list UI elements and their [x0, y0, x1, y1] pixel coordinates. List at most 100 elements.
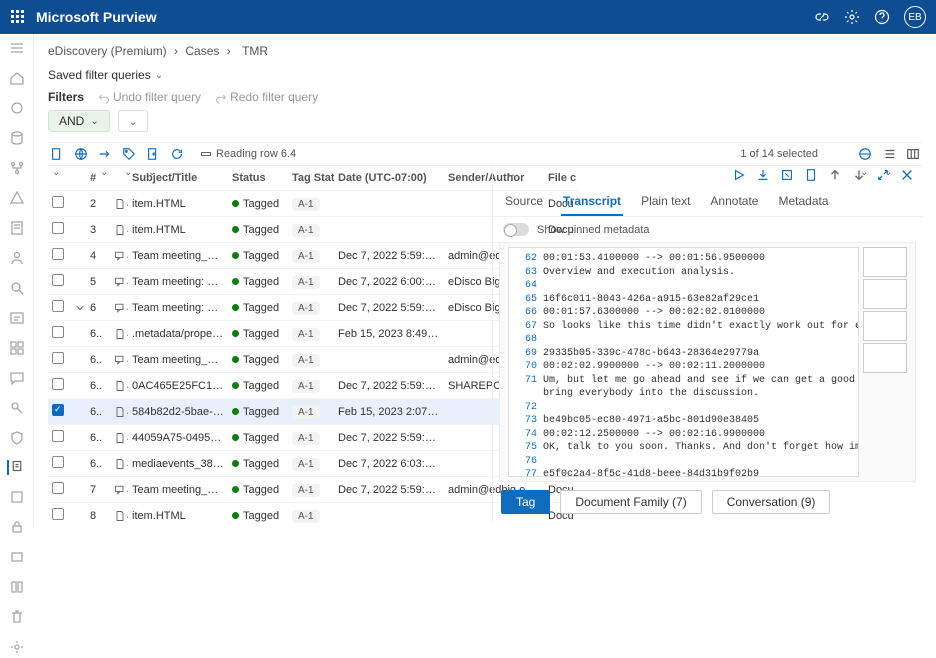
dlp-icon[interactable] — [9, 430, 25, 446]
row-date — [334, 503, 444, 527]
comm-icon[interactable] — [9, 370, 25, 386]
add-filter-dropdown[interactable]: ⌄ — [118, 110, 148, 132]
tag-action-icon[interactable] — [122, 147, 136, 161]
row-date: Dec 7, 2022 5:59:29… — [334, 243, 444, 269]
row-subject: 584b82d2-5bae-4f… — [128, 399, 228, 425]
row-checkbox[interactable] — [52, 300, 64, 312]
newdoc-icon[interactable] — [804, 168, 818, 182]
compliance-icon[interactable] — [9, 100, 25, 116]
row-tag: A-1 — [288, 217, 334, 243]
doc-family-button[interactable]: Document Family (7) — [560, 490, 701, 514]
tab-transcript[interactable]: Transcript — [561, 188, 623, 216]
breadcrumb-root[interactable]: eDiscovery (Premium) — [48, 44, 167, 58]
expand-group-icon[interactable] — [74, 302, 86, 314]
col-date[interactable]: Date (UTC-07:00) — [334, 166, 444, 191]
row-tag: A-1 — [288, 269, 334, 295]
preview-more-icon[interactable]: ⋯ — [501, 168, 521, 182]
row-num: 6.. — [86, 373, 110, 399]
settings-rail-icon[interactable] — [9, 639, 25, 655]
home-icon[interactable] — [9, 70, 25, 86]
row-checkbox[interactable] — [52, 430, 64, 442]
app-header: Microsoft Purview EB — [0, 0, 936, 34]
list-view-icon[interactable] — [882, 147, 896, 161]
group-view-icon[interactable] — [858, 147, 872, 161]
link-icon[interactable] — [814, 9, 830, 25]
help-icon[interactable] — [874, 9, 890, 25]
row-checkbox[interactable] — [52, 482, 64, 494]
row-checkbox[interactable] — [52, 508, 64, 520]
row-status: Tagged — [228, 217, 288, 243]
privacy-icon[interactable] — [9, 519, 25, 535]
arrow-action-icon[interactable] — [98, 147, 112, 161]
policies-icon[interactable] — [9, 220, 25, 236]
audit-icon[interactable] — [9, 310, 25, 326]
refresh-icon[interactable] — [170, 147, 184, 161]
globe-action-icon[interactable] — [74, 147, 88, 161]
row-num: 6 — [86, 295, 110, 321]
row-num: 6.. — [86, 399, 110, 425]
row-checkbox[interactable] — [52, 326, 64, 338]
pinned-metadata-toggle[interactable] — [503, 223, 529, 236]
row-checkbox[interactable] — [52, 196, 64, 208]
settings-icon[interactable] — [844, 9, 860, 25]
tab-metadata[interactable]: Metadata — [776, 188, 830, 216]
row-checkbox[interactable] — [52, 222, 64, 234]
up-arrow-icon[interactable] — [828, 168, 842, 182]
discovery-icon[interactable] — [9, 400, 25, 416]
expand-icon[interactable] — [876, 168, 890, 182]
row-tag: A-1 — [288, 321, 334, 347]
col-subject[interactable]: Subject/Title — [128, 166, 228, 191]
conversation-button[interactable]: Conversation (9) — [712, 490, 831, 514]
saved-filter-queries[interactable]: Saved filter queries⌄ — [48, 68, 922, 82]
down-arrow-icon[interactable] — [852, 168, 866, 182]
doc-action-icon[interactable] — [50, 147, 64, 161]
row-checkbox[interactable] — [52, 378, 64, 390]
col-tagstatus[interactable]: Tag Status — [288, 166, 334, 191]
conversation-icon — [114, 354, 126, 366]
popout-icon[interactable] — [780, 168, 794, 182]
tab-plaintext[interactable]: Plain text — [639, 188, 692, 216]
tag-button[interactable]: Tag — [501, 490, 550, 514]
redo-filter[interactable]: Redo filter query — [215, 90, 318, 104]
close-icon[interactable] — [900, 168, 914, 182]
row-num: 6.. — [86, 425, 110, 451]
search-icon[interactable] — [9, 280, 25, 296]
col-status[interactable]: Status — [228, 166, 288, 191]
row-status: Tagged — [228, 477, 288, 503]
menu-icon[interactable] — [9, 40, 25, 56]
catalog-icon[interactable] — [9, 579, 25, 595]
play-icon[interactable] — [732, 168, 746, 182]
breadcrumb-cases[interactable]: Cases — [185, 44, 219, 58]
download-icon[interactable] — [756, 168, 770, 182]
filter-and-pill[interactable]: AND⌄ — [48, 110, 110, 132]
newdoc-action-icon[interactable] — [146, 147, 160, 161]
app-launcher-icon[interactable] — [10, 9, 26, 25]
alerts-icon[interactable] — [9, 190, 25, 206]
results-toolbar: Reading row 6.4 1 of 14 selected — [48, 142, 922, 166]
columns-icon[interactable] — [906, 147, 920, 161]
row-tag: A-1 — [288, 399, 334, 425]
row-subject: item.HTML — [128, 503, 228, 527]
data-icon[interactable] — [9, 130, 25, 146]
user-avatar[interactable]: EB — [904, 6, 926, 28]
tab-annotate[interactable]: Annotate — [708, 188, 760, 216]
col-num[interactable]: # — [86, 166, 110, 191]
row-checkbox[interactable] — [52, 404, 64, 416]
row-status: Tagged — [228, 321, 288, 347]
ediscovery-icon[interactable] — [7, 460, 23, 475]
tab-source[interactable]: Source — [503, 188, 545, 216]
row-checkbox[interactable] — [52, 248, 64, 260]
pinned-metadata-label: Show pinned metadata — [537, 224, 650, 236]
row-checkbox[interactable] — [52, 274, 64, 286]
page-thumbnails[interactable] — [863, 247, 907, 477]
row-checkbox[interactable] — [52, 456, 64, 468]
records-icon[interactable] — [9, 489, 25, 505]
roles-icon[interactable] — [9, 250, 25, 266]
row-checkbox[interactable] — [52, 352, 64, 364]
content-icon[interactable] — [9, 340, 25, 356]
more-icon[interactable] — [9, 549, 25, 565]
trash-icon[interactable] — [9, 609, 25, 625]
conversation-icon — [114, 302, 126, 314]
connectors-icon[interactable] — [9, 160, 25, 176]
undo-filter[interactable]: Undo filter query — [98, 90, 201, 104]
